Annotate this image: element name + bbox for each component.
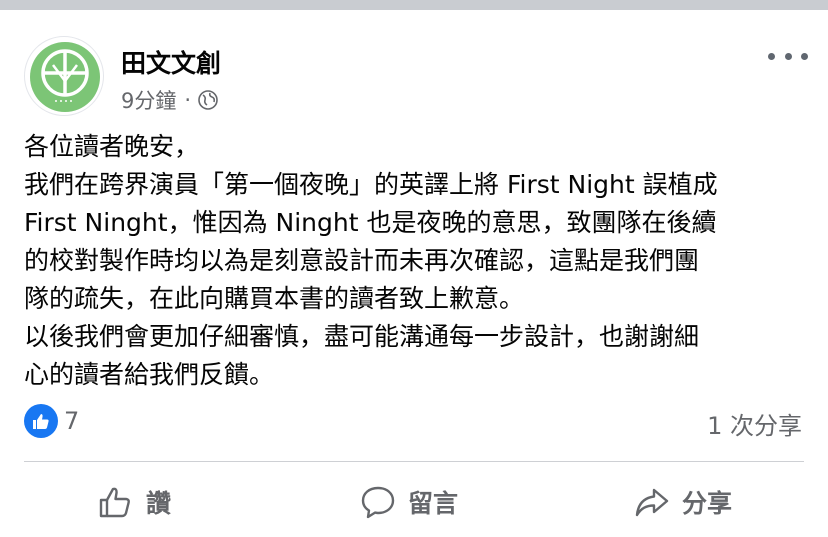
post-text-line: 各位讀者晚安，	[24, 132, 200, 161]
more-dot	[784, 52, 792, 60]
comment-button[interactable]: 留言	[360, 478, 458, 526]
post-text-line: 我們在跨界演員「第一個夜晚」的英譯上將 First Night 誤植成	[24, 170, 718, 199]
post-meta: 9分鐘 ·	[121, 85, 219, 115]
like-label: 讚	[146, 489, 172, 518]
post-time[interactable]: 9分鐘	[121, 85, 176, 115]
comment-icon	[361, 486, 395, 519]
more-options-icon[interactable]	[768, 46, 808, 66]
more-dot	[801, 52, 808, 60]
like-button[interactable]: 讚	[98, 478, 171, 526]
post-text-line: First Ninght，惟因為 Ninght 也是夜晚的意思，致團隊在後續	[24, 208, 717, 237]
divider	[24, 461, 804, 462]
comment-label: 留言	[408, 489, 459, 518]
share-arrow-icon	[635, 488, 669, 517]
thumbs-up-icon	[99, 487, 130, 518]
post-text-line: 心的讀者給我們反饋。	[24, 360, 275, 389]
share-count[interactable]: 1 次分享	[707, 406, 802, 441]
brand-logo-icon	[30, 42, 100, 112]
post-text-line: 隊的疏失，在此向購買本書的讀者致上歉意。	[24, 284, 525, 313]
globe-icon[interactable]	[197, 89, 219, 111]
page-name[interactable]: 田文文創	[121, 44, 221, 80]
post-text-line: 的校對製作時均以為是刻意設計而未再次確認，這點是我們團	[24, 246, 700, 275]
share-label: 分享	[682, 489, 733, 518]
reactions-summary[interactable]: 7	[24, 404, 79, 438]
avatar[interactable]	[24, 36, 104, 116]
like-reaction-icon	[24, 404, 58, 438]
more-dot	[768, 52, 775, 60]
share-button[interactable]: 分享	[634, 478, 732, 526]
post-text: 各位讀者晚安， 我們在跨界演員「第一個夜晚」的英譯上將 First Night …	[24, 128, 814, 394]
post-text-line: 以後我們會更加仔細審慎，盡可能溝通每一步設計，也謝謝細	[24, 322, 700, 351]
reaction-count: 7	[64, 407, 80, 435]
top-separator-bar	[0, 0, 828, 10]
meta-separator: ·	[184, 88, 192, 112]
